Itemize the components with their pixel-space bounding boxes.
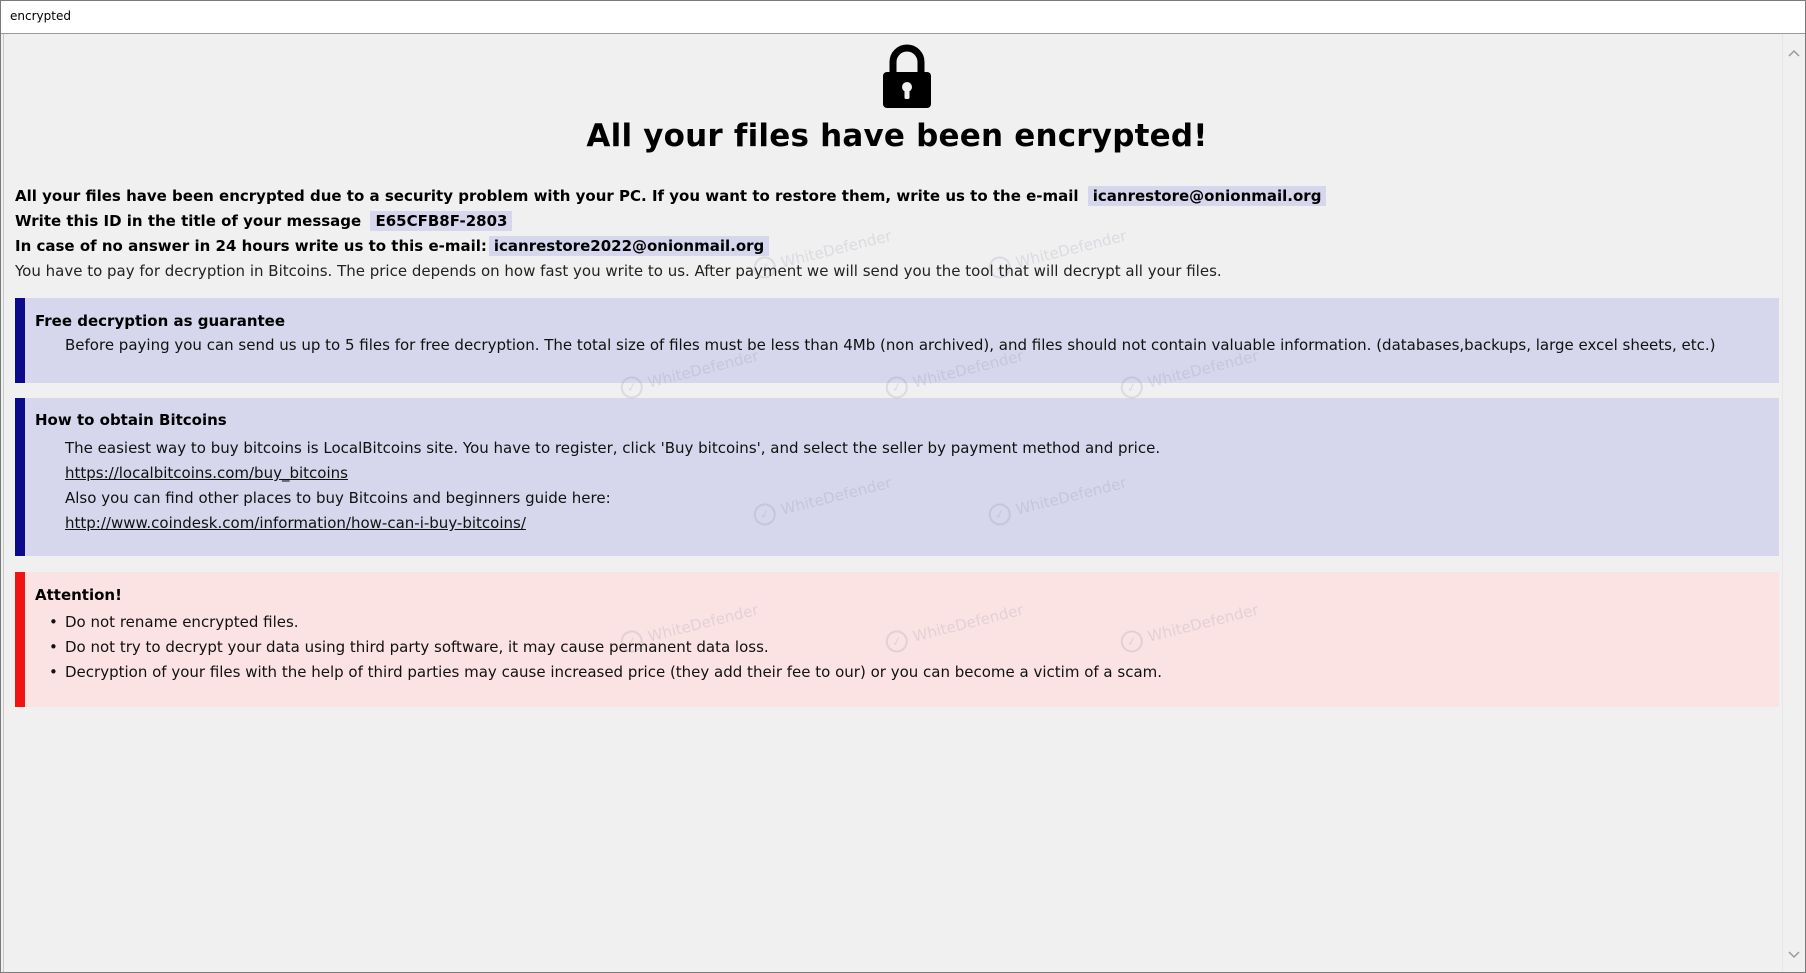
intro-line-1-text: All your files have been encrypted due t… (15, 187, 1079, 205)
backup-email[interactable]: icanrestore2022@onionmail.org (488, 236, 770, 256)
title-bar: encrypted (1, 1, 1805, 34)
attention-list: Do not rename encrypted files. Do not tr… (35, 610, 1162, 685)
coindesk-link[interactable]: http://www.coindesk.com/information/how-… (65, 514, 526, 532)
bitcoins-panel: How to obtain Bitcoins The easiest way t… (15, 398, 1779, 556)
note-content[interactable]: All your files have been encrypted! All … (3, 34, 1784, 972)
intro-line-4: You have to pay for decryption in Bitcoi… (15, 262, 1222, 280)
intro-line-3-text: In case of no answer in 24 hours write u… (15, 237, 487, 255)
intro-line-2: Write this ID in the title of your messa… (15, 209, 1755, 234)
free-decryption-title: Free decryption as guarantee (35, 312, 286, 330)
localbitcoins-link[interactable]: https://localbitcoins.com/buy_bitcoins (65, 464, 348, 482)
chevron-up-icon[interactable] (1788, 48, 1800, 58)
window-title: encrypted (10, 9, 71, 23)
ransom-note-window: encrypted All your files have been encry… (0, 0, 1806, 973)
attention-item: Do not rename encrypted files. (49, 610, 1162, 635)
victim-id[interactable]: E65CFB8F-2803 (370, 211, 513, 231)
free-decryption-panel: Free decryption as guarantee Before payi… (15, 298, 1779, 383)
intro-line-2-text: Write this ID in the title of your messa… (15, 212, 362, 230)
lock-icon (883, 44, 931, 108)
attention-title: Attention! (35, 586, 122, 604)
free-decryption-text: Before paying you can send us up to 5 fi… (65, 336, 1716, 354)
headline: All your files have been encrypted! (586, 118, 1208, 154)
intro-block: All your files have been encrypted due t… (15, 184, 1755, 284)
primary-email[interactable]: icanrestore@onionmail.org (1087, 186, 1327, 206)
vertical-scrollbar[interactable] (1782, 34, 1805, 972)
bitcoins-text-1: The easiest way to buy bitcoins is Local… (65, 439, 1161, 457)
bitcoins-title: How to obtain Bitcoins (35, 411, 227, 429)
intro-line-1: All your files have been encrypted due t… (15, 184, 1755, 209)
intro-line-3: In case of no answer in 24 hours write u… (15, 234, 1755, 259)
attention-panel: Attention! Do not rename encrypted files… (15, 572, 1779, 707)
chevron-down-icon[interactable] (1788, 950, 1800, 960)
bitcoins-text-2: Also you can find other places to buy Bi… (65, 489, 611, 507)
attention-item: Do not try to decrypt your data using th… (49, 635, 1162, 660)
attention-item: Decryption of your files with the help o… (49, 660, 1162, 685)
